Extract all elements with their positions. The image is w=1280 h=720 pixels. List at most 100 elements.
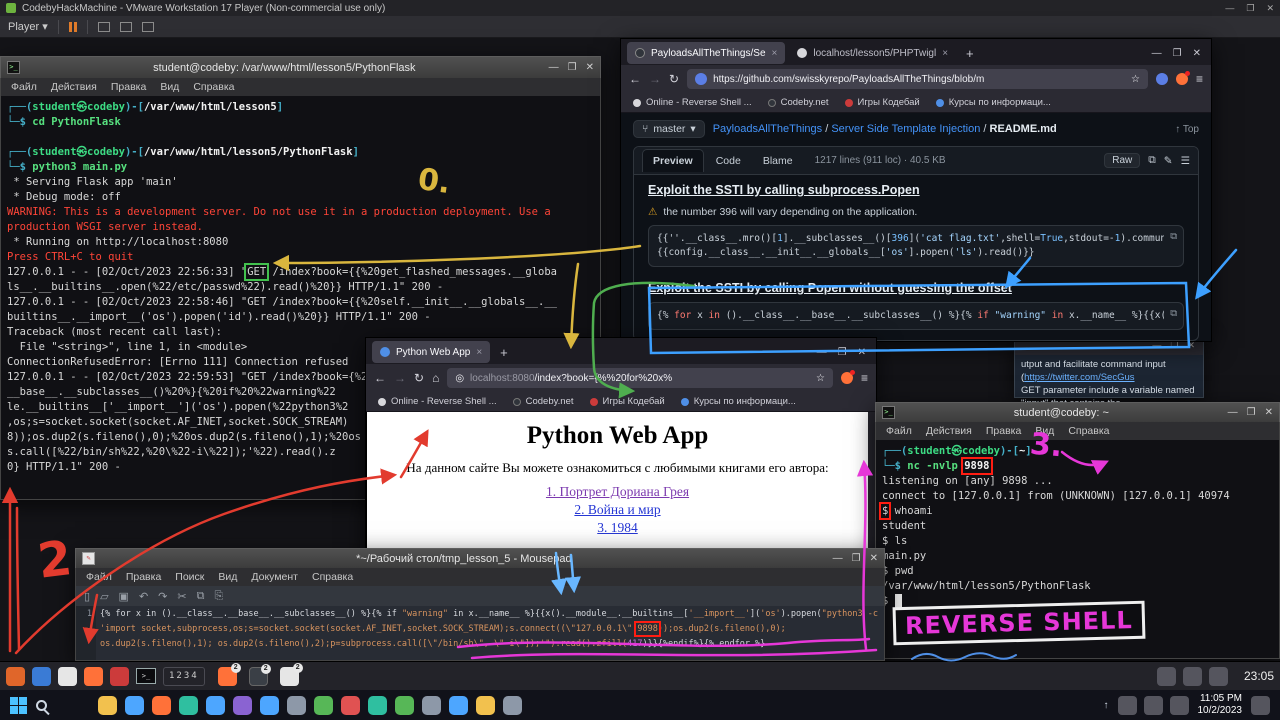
- workspace-pager[interactable]: 1234: [163, 667, 205, 686]
- spotify-icon[interactable]: [395, 696, 414, 715]
- steam-icon[interactable]: [287, 696, 306, 715]
- menu-view[interactable]: Вид: [218, 571, 237, 583]
- new-tab-button[interactable]: +: [494, 345, 514, 360]
- vmware-icon[interactable]: [449, 696, 468, 715]
- menu-search[interactable]: Поиск: [175, 571, 204, 583]
- close-button[interactable]: ✕: [1265, 407, 1273, 418]
- outline-icon[interactable]: ☰: [1181, 155, 1190, 167]
- open-file-icon[interactable]: ▱: [100, 590, 108, 603]
- raw-button[interactable]: Raw: [1104, 153, 1140, 168]
- minimize-button[interactable]: —: [1228, 407, 1238, 418]
- menu-edit[interactable]: Правка: [126, 571, 161, 583]
- tray-bell-icon[interactable]: [1209, 667, 1228, 686]
- vm-fullscreen-button[interactable]: [98, 22, 110, 32]
- bookmark-courses[interactable]: Курсы по информаци...: [681, 396, 796, 407]
- bookmark-games[interactable]: Игры Кодебай: [590, 396, 665, 407]
- new-tab-button[interactable]: +: [960, 46, 980, 61]
- bookmark-games[interactable]: Игры Кодебай: [845, 97, 920, 108]
- bookmark-courses[interactable]: Курсы по информаци...: [936, 97, 1051, 108]
- breadcrumb-repo[interactable]: PayloadsAllTheThings: [713, 123, 822, 135]
- new-file-icon[interactable]: ▯: [84, 590, 90, 603]
- tab-close-icon[interactable]: ×: [476, 347, 482, 358]
- terminal-icon[interactable]: [422, 696, 441, 715]
- linux-clock[interactable]: 23:05: [1244, 669, 1274, 683]
- discord-icon[interactable]: [233, 696, 252, 715]
- tab-close-icon[interactable]: ×: [942, 48, 948, 59]
- search-icon[interactable]: [36, 700, 47, 711]
- close-button[interactable]: ✕: [1193, 48, 1201, 59]
- home-button[interactable]: ⌂: [432, 371, 439, 385]
- save-file-icon[interactable]: ▣: [119, 590, 129, 603]
- mousepad-titlebar[interactable]: ✎ *~/Рабочий стол/tmp_lesson_5 - Mousepa…: [75, 548, 885, 568]
- tray-display-icon[interactable]: [1157, 667, 1176, 686]
- redo-icon[interactable]: ↷: [158, 590, 167, 603]
- reload-button[interactable]: ↻: [414, 371, 424, 385]
- extension-fox-icon[interactable]: [1176, 73, 1188, 85]
- terminal1-titlebar[interactable]: >_ student@codeby: /var/www/html/lesson5…: [0, 56, 601, 78]
- store-icon[interactable]: [368, 696, 387, 715]
- maximize-button[interactable]: ❐: [852, 553, 861, 564]
- tray-volume-icon[interactable]: [1170, 696, 1189, 715]
- tab-localhost-phptwig[interactable]: localhost/lesson5/PHPTwigl ×: [789, 42, 956, 64]
- photos-icon[interactable]: [341, 696, 360, 715]
- menu-edit[interactable]: Правка: [986, 425, 1021, 437]
- book-link-dorian-gray[interactable]: 1. Портрет Дориана Грея: [367, 484, 868, 500]
- maximize-button[interactable]: ❐: [568, 62, 577, 73]
- minimize-button[interactable]: —: [833, 553, 843, 564]
- back-button[interactable]: ←: [629, 72, 641, 86]
- tab-code[interactable]: Code: [706, 150, 751, 172]
- menu-view[interactable]: Вид: [1035, 425, 1054, 437]
- code-block-popen[interactable]: {{''.__class__.mro()[1].__subclasses__()…: [648, 225, 1184, 267]
- undo-icon[interactable]: ↶: [139, 590, 148, 603]
- app-menu-button[interactable]: ≡: [1196, 72, 1203, 86]
- tab-preview[interactable]: Preview: [642, 149, 704, 172]
- tab-payloadsallthethings[interactable]: PayloadsAllTheThings/Se ×: [627, 42, 785, 64]
- menu-help[interactable]: Справка: [193, 81, 234, 93]
- app-menu-icon[interactable]: [6, 667, 25, 686]
- tray-network-icon[interactable]: [1144, 696, 1163, 715]
- editor-text[interactable]: {% for x in ().__class__.__base__.__subc…: [96, 606, 884, 660]
- section-heading-subprocess-popen[interactable]: Exploit the SSTI by calling subprocess.P…: [648, 183, 1184, 197]
- close-button[interactable]: ✕: [858, 347, 866, 358]
- more-apps-icon[interactable]: [503, 696, 522, 715]
- vmware-maximize-button[interactable]: ❐: [1246, 3, 1254, 14]
- bookmark-codeby[interactable]: Codeby.net: [513, 396, 574, 407]
- menu-help[interactable]: Справка: [312, 571, 353, 583]
- bookmark-codeby[interactable]: Codeby.net: [768, 97, 829, 108]
- tab-blame[interactable]: Blame: [753, 150, 803, 172]
- menu-edit[interactable]: Правка: [111, 81, 146, 93]
- menu-document[interactable]: Документ: [251, 571, 298, 583]
- section-heading-popen-no-offset[interactable]: Exploit the SSTI by calling Popen withou…: [648, 281, 1184, 295]
- bookmark-reverse-shell[interactable]: Online - Reverse Shell ...: [378, 396, 497, 407]
- vmware-minimize-button[interactable]: —: [1225, 3, 1234, 14]
- tracking-shield-icon[interactable]: [695, 73, 707, 85]
- reload-button[interactable]: ↻: [669, 72, 679, 86]
- bookmark-reverse-shell[interactable]: Online - Reverse Shell ...: [633, 97, 752, 108]
- close-button[interactable]: ✕: [586, 62, 594, 73]
- edit-file-icon[interactable]: ✎: [1164, 155, 1173, 167]
- minimize-button[interactable]: —: [549, 62, 559, 73]
- back-button[interactable]: ←: [374, 371, 386, 385]
- vm-devices-button[interactable]: [142, 22, 154, 32]
- menu-actions[interactable]: Действия: [926, 425, 972, 437]
- maximize-button[interactable]: ❐: [1247, 407, 1256, 418]
- edge-icon[interactable]: [179, 696, 198, 715]
- tab-close-icon[interactable]: ×: [772, 48, 778, 59]
- tab-python-web-app[interactable]: Python Web App ×: [372, 341, 490, 363]
- chrome-icon[interactable]: [125, 696, 144, 715]
- windows-clock[interactable]: 11:05 PM 10/2/2023: [1198, 693, 1243, 717]
- book-link-war-and-peace[interactable]: 2. Война и мир: [367, 502, 868, 518]
- menu-actions[interactable]: Действия: [51, 81, 97, 93]
- minimize-button[interactable]: —: [817, 347, 827, 358]
- terminal-launcher-icon[interactable]: >_: [136, 668, 156, 684]
- code-block-no-offset[interactable]: {% for x in ().__class__.__base__.__subc…: [648, 302, 1184, 330]
- file-manager-icon[interactable]: [32, 667, 51, 686]
- browser-launcher-icon[interactable]: [84, 667, 103, 686]
- url-bar[interactable]: ◎ localhost:8080/index?book={%%20for%20x…: [447, 368, 833, 388]
- tray-shield-icon[interactable]: [1118, 696, 1137, 715]
- tray-volume-icon[interactable]: [1183, 667, 1202, 686]
- mail-icon[interactable]: [314, 696, 333, 715]
- menu-view[interactable]: Вид: [160, 81, 179, 93]
- maximize-button[interactable]: ❐: [1173, 48, 1182, 59]
- site-info-icon[interactable]: ◎: [455, 373, 464, 384]
